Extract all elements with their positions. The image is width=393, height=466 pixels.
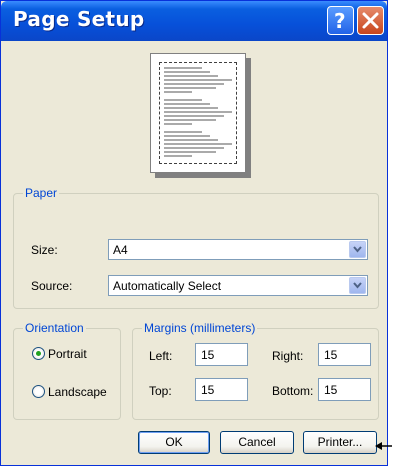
size-select[interactable]: A4 [108,239,368,260]
page-preview [150,53,246,173]
preview-margin-guide [159,62,237,164]
printer-button[interactable]: Printer... [303,431,377,454]
paper-legend: Paper [23,186,60,200]
landscape-radio[interactable] [32,385,45,398]
help-button[interactable]: ? [327,6,354,35]
left-margin-input[interactable]: 15 [195,343,248,366]
orientation-legend: Orientation [23,321,86,335]
help-icon: ? [334,9,346,33]
source-select-value: Automatically Select [113,279,222,293]
orientation-group [13,328,121,420]
portrait-radio[interactable] [32,347,45,360]
portrait-label[interactable]: Portrait [48,347,87,361]
right-margin-label: Right: [272,349,304,363]
source-select[interactable]: Automatically Select [108,275,368,296]
cancel-button[interactable]: Cancel [220,431,294,454]
landscape-label[interactable]: Landscape [48,385,107,399]
size-select-value: A4 [113,243,128,257]
source-label: Source: [31,279,73,293]
margins-legend: Margins (millimeters) [142,321,258,335]
preview-text-lines [164,67,232,157]
close-icon [362,12,379,29]
close-button[interactable] [357,6,384,35]
bottom-margin-label: Bottom: [272,384,314,398]
chevron-down-icon [353,282,362,289]
left-margin-label: Left: [149,349,173,363]
margins-group [132,328,379,420]
bottom-margin-input[interactable]: 15 [318,378,371,401]
size-select-arrow[interactable] [349,241,366,258]
top-margin-input[interactable]: 15 [195,378,248,401]
svg-text:?: ? [334,9,346,33]
title-bar[interactable]: Page Setup ? [1,1,387,41]
size-label: Size: [31,243,58,257]
page-setup-dialog: Page Setup ? Paper Size: A4 Source: Auto… [0,0,388,466]
window-title: Page Setup [13,7,145,31]
radio-selected-dot [36,351,41,356]
arrow-pointer-icon [375,442,392,450]
ok-button[interactable]: OK [138,431,210,454]
chevron-down-icon [353,246,362,253]
top-margin-label: Top: [149,384,172,398]
right-margin-input[interactable]: 15 [318,343,371,366]
source-select-arrow[interactable] [349,277,366,294]
